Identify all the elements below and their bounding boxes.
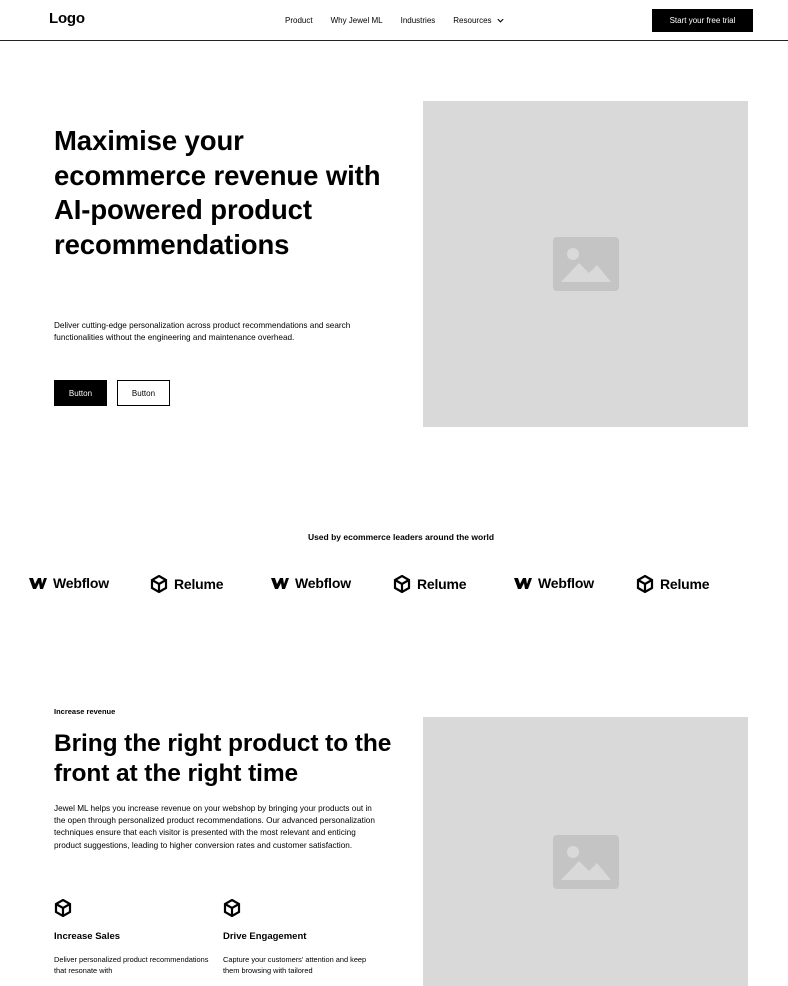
brand-logo-webflow: Webflow xyxy=(271,575,351,591)
nav-links: Product Why Jewel ML Industries Resource… xyxy=(285,15,523,26)
brand-logo-webflow: Webflow xyxy=(514,575,594,591)
image-placeholder-icon xyxy=(552,237,619,291)
webflow-icon xyxy=(271,577,289,589)
nav-dropdown-label: Resources xyxy=(453,16,492,25)
relume-icon xyxy=(636,575,654,593)
webflow-icon xyxy=(29,577,47,589)
section-image-placeholder xyxy=(423,717,748,986)
nav-link-product[interactable]: Product xyxy=(285,15,313,26)
section-body: Jewel ML helps you increase revenue on y… xyxy=(54,804,375,850)
chevron-down-icon xyxy=(496,18,504,23)
image-placeholder-icon xyxy=(552,835,619,889)
brand-name: Webflow xyxy=(538,575,594,591)
brand-name: Webflow xyxy=(295,575,351,591)
brand-logo-relume: Relume xyxy=(393,575,467,593)
brand-name: Relume xyxy=(174,576,224,592)
feature-text: Deliver personalized product recommendat… xyxy=(54,955,209,975)
feature-drive-engagement: Drive Engagement Capture your customers'… xyxy=(223,899,383,976)
hero-primary-button[interactable]: Button xyxy=(54,380,107,406)
section-eyebrow: Increase revenue xyxy=(54,707,116,716)
nav-link-why-jewel-ml[interactable]: Why Jewel ML xyxy=(331,15,383,26)
hero-title: Maximise your ecommerce revenue with AI-… xyxy=(54,125,381,260)
cube-icon xyxy=(223,899,241,917)
brand-name: Relume xyxy=(417,576,467,592)
section-title: Bring the right product to the front at … xyxy=(54,730,392,787)
navbar: Logo Product Why Jewel ML Industries Res… xyxy=(0,0,788,41)
brand-logo-relume: Relume xyxy=(150,575,224,593)
hero-subtitle: Deliver cutting-edge personalization acr… xyxy=(54,321,351,343)
brand-name: Webflow xyxy=(53,575,109,591)
feature-increase-sales: Increase Sales Deliver personalized prod… xyxy=(54,899,214,976)
cube-icon xyxy=(54,899,72,917)
hero-secondary-button[interactable]: Button xyxy=(117,380,170,406)
relume-icon xyxy=(393,575,411,593)
brand-name: Relume xyxy=(660,576,710,592)
start-free-trial-button[interactable]: Start your free trial xyxy=(652,9,753,32)
page: Logo Product Why Jewel ML Industries Res… xyxy=(0,0,788,986)
brand-logo-relume: Relume xyxy=(636,575,710,593)
relume-icon xyxy=(150,575,168,593)
nav-dropdown-resources[interactable]: Resources xyxy=(453,15,504,26)
nav-link-industries[interactable]: Industries xyxy=(401,15,436,26)
feature-text: Capture your customers' attention and ke… xyxy=(223,955,367,975)
logo[interactable]: Logo xyxy=(49,10,85,27)
feature-title: Drive Engagement xyxy=(223,931,307,942)
feature-title: Increase Sales xyxy=(54,931,121,942)
logos-heading: Used by ecommerce leaders around the wor… xyxy=(307,532,495,542)
brand-logo-webflow: Webflow xyxy=(29,575,109,591)
webflow-icon xyxy=(514,577,532,589)
logo-strip: Webflow Relume Webflow Relume Webflow Re… xyxy=(0,575,788,597)
hero-image-placeholder xyxy=(423,101,748,427)
